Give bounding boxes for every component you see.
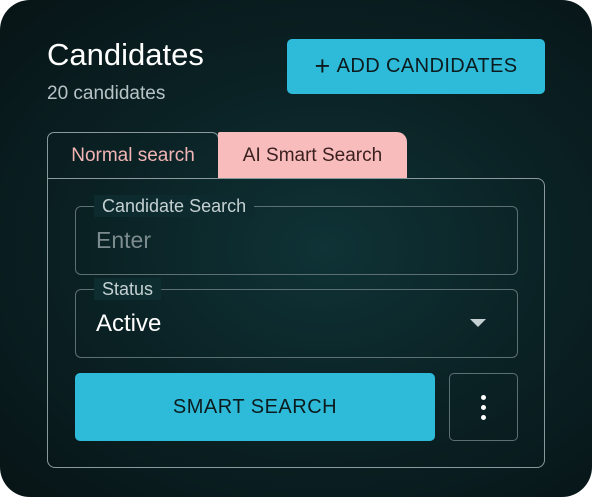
caret-down-icon[interactable] <box>470 319 486 327</box>
candidate-search-field[interactable]: Candidate Search <box>75 195 518 275</box>
page-title: Candidates <box>47 37 204 72</box>
candidates-card: Candidates 20 candidates + ADD CANDIDATE… <box>0 0 592 497</box>
candidate-search-label: Candidate Search <box>94 195 255 217</box>
status-value: Active <box>96 310 162 337</box>
plus-icon: + <box>314 50 331 81</box>
tab-normal-search[interactable]: Normal search <box>47 132 219 179</box>
status-select[interactable]: Status Active <box>75 278 518 358</box>
candidate-search-input[interactable] <box>96 225 496 255</box>
tab-ai-smart-search[interactable]: AI Smart Search <box>218 132 407 179</box>
more-options-button[interactable] <box>449 373 518 441</box>
status-label: Status <box>94 278 162 300</box>
more-vertical-icon <box>481 394 486 420</box>
candidate-count: 20 candidates <box>47 83 166 104</box>
smart-search-button[interactable]: SMART SEARCH <box>75 373 435 441</box>
add-candidates-label: ADD CANDIDATES <box>336 55 518 77</box>
add-candidates-button[interactable]: + ADD CANDIDATES <box>287 39 545 94</box>
